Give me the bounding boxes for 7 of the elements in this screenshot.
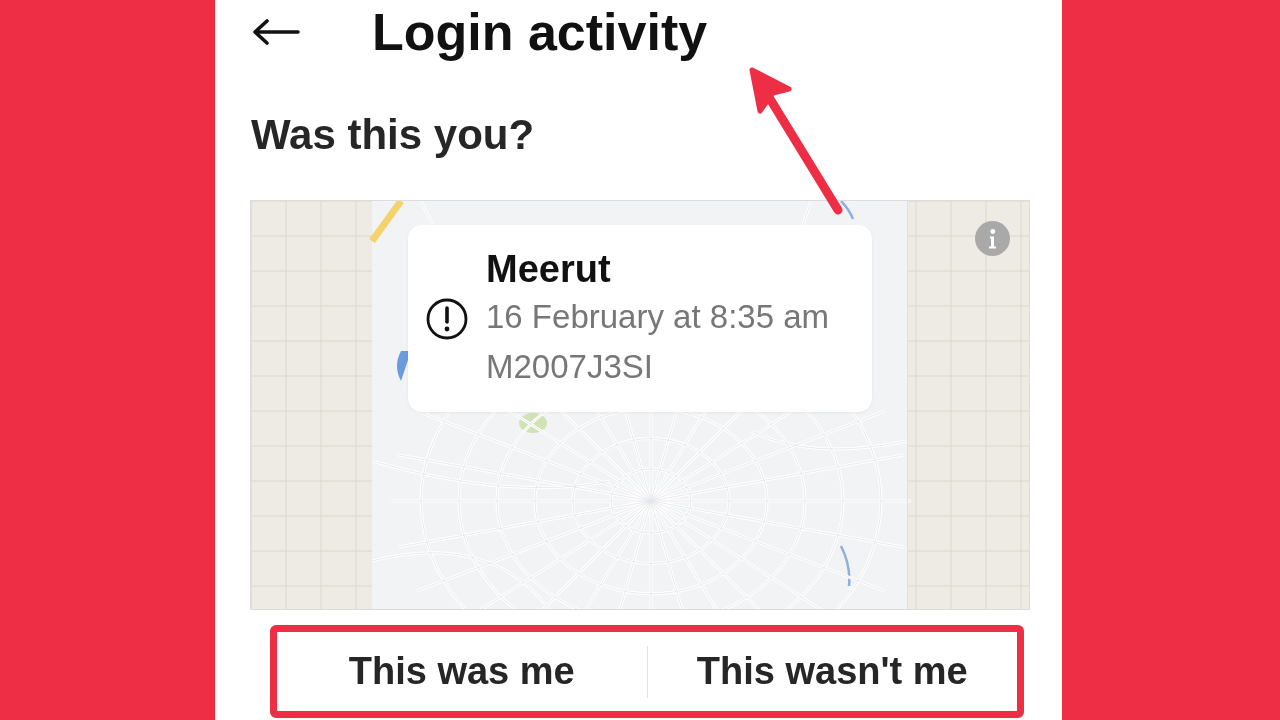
device-name: M2007J3SI [486, 346, 654, 387]
location-name: Meerut [486, 246, 612, 292]
question-heading: Was this you? [251, 110, 536, 160]
login-time: 16 February at 8:35 am [486, 296, 830, 337]
page-title: Login activity [372, 3, 708, 61]
back-arrow-icon[interactable] [252, 19, 300, 45]
alert-icon [426, 297, 468, 340]
